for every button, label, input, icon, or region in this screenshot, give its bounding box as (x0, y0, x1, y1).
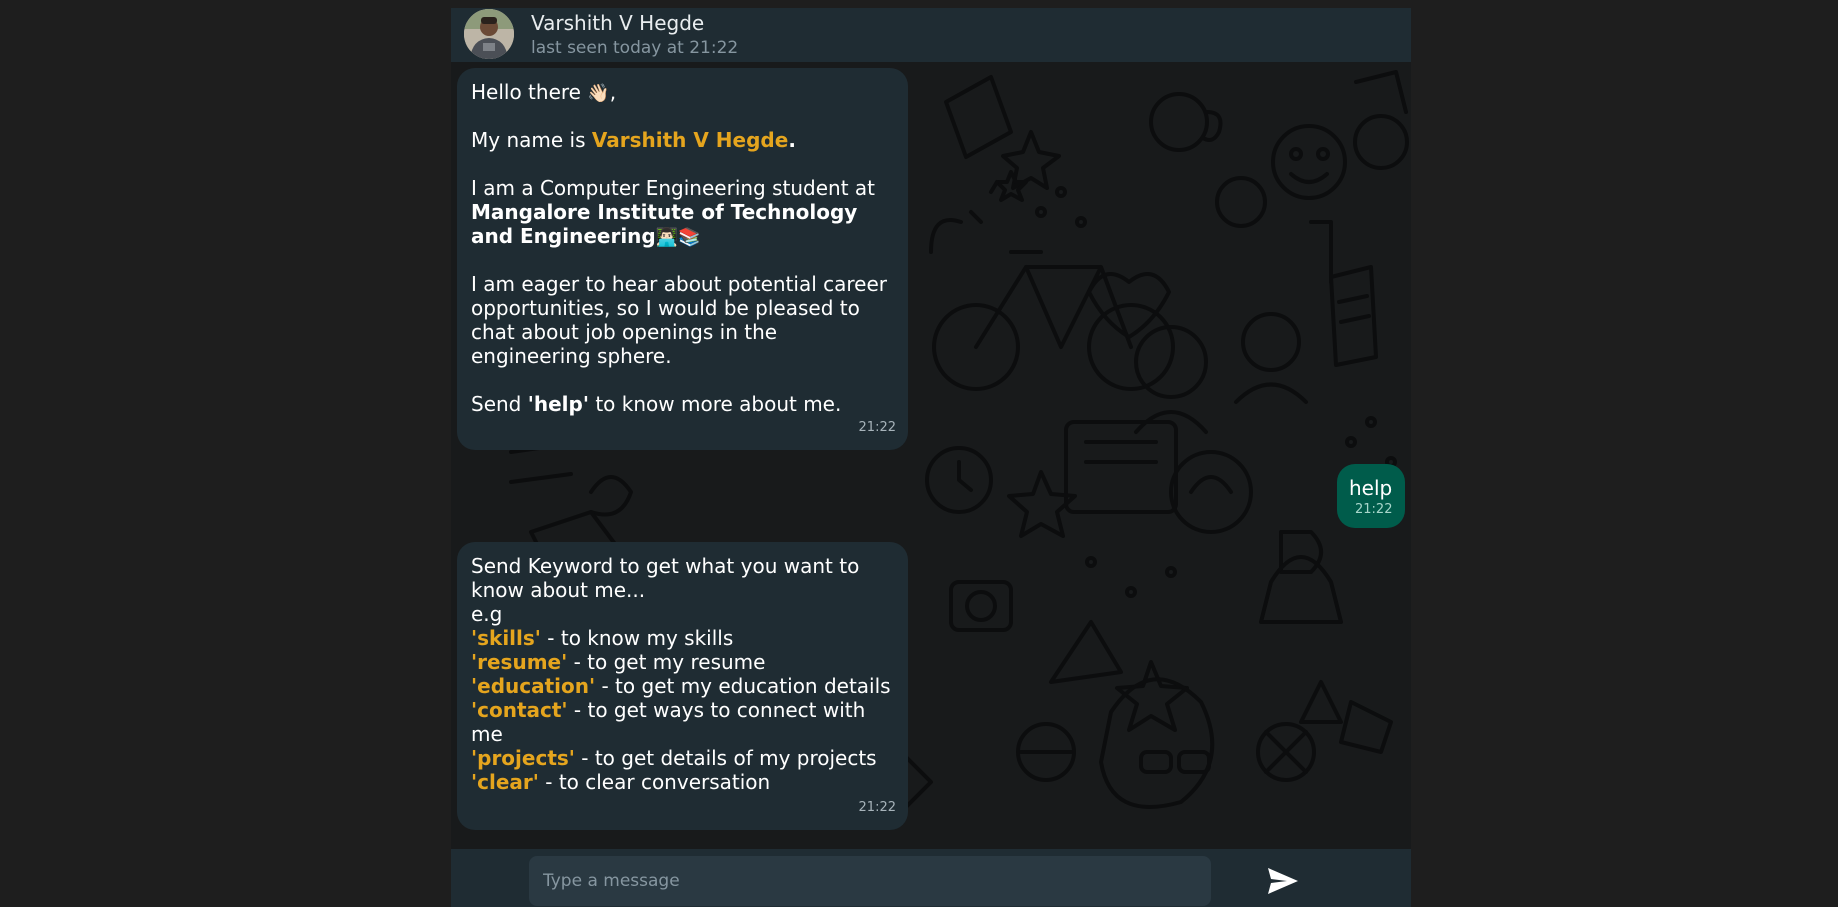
message-time: 21:22 (1355, 502, 1393, 517)
keyword-desc: - to get my resume (567, 650, 766, 674)
message-text: Send Keyword to get what you want to kno… (471, 554, 898, 794)
keyword-desc: - to get my education details (595, 674, 891, 698)
greeting-text: Hello there (471, 80, 581, 104)
send-suffix: to know more about me. (588, 392, 842, 416)
message-input[interactable] (529, 856, 1211, 906)
keyword-desc: me (471, 722, 503, 746)
chat-header: Varshith V Hegde last seen today at 21:2… (451, 8, 1411, 62)
message-time: 21:22 (858, 800, 896, 815)
keyword: 'projects' (471, 746, 575, 770)
incoming-message-intro[interactable]: Hello there 👋🏻, My name is Varshith V He… (457, 68, 908, 450)
career-line-4: engineering sphere. (471, 344, 672, 368)
help-intro-line-3: e.g (471, 602, 503, 626)
incoming-message-help[interactable]: Send Keyword to get what you want to kno… (457, 542, 908, 830)
keyword: 'contact' (471, 698, 568, 722)
technologist-books-icon: 👨🏻‍💻📚 (655, 227, 701, 248)
keyword-desc: - to clear conversation (538, 770, 771, 794)
career-line-2: opportunities, so I would be pleased to (471, 296, 860, 320)
send-prefix: Send (471, 392, 528, 416)
send-button[interactable] (1261, 859, 1305, 903)
message-time: 21:22 (858, 420, 896, 435)
help-keyword: 'help' (527, 392, 589, 416)
outgoing-message-help[interactable]: help 21:22 (1337, 464, 1405, 528)
contact-name: Varshith V Hegde (531, 11, 705, 35)
name-prefix: My name is (471, 128, 592, 152)
help-intro-line-2: know about me... (471, 578, 646, 602)
keyword: 'resume' (471, 650, 568, 674)
career-line-1: I am eager to hear about potential caree… (471, 272, 887, 296)
chat-window: Varshith V Hegde last seen today at 21:2… (451, 8, 1411, 907)
waving-hand-icon: 👋🏻 (587, 83, 610, 104)
highlighted-name: Varshith V Hegde (591, 128, 789, 152)
career-line-3: chat about job openings in the (471, 320, 778, 344)
message-text: Hello there 👋🏻, My name is Varshith V He… (471, 80, 898, 416)
keyword-desc: - to get details of my projects (574, 746, 877, 770)
keyword: 'education' (471, 674, 596, 698)
keyword-desc: - to get ways to connect with (567, 698, 866, 722)
greeting-comma: , (609, 80, 617, 104)
send-icon (1268, 868, 1298, 894)
college-line-2: and Engineering (471, 224, 656, 248)
last-seen-status: last seen today at 21:22 (531, 38, 739, 58)
message-composer (451, 849, 1411, 907)
help-intro-line-1: Send Keyword to get what you want to (471, 554, 860, 578)
student-line: I am a Computer Engineering student at (471, 176, 876, 200)
keyword: 'clear' (471, 770, 539, 794)
message-text: help (1349, 476, 1393, 500)
keyword: 'skills' (471, 626, 541, 650)
college-line-1: Mangalore Institute of Technology (471, 200, 858, 224)
keyword-desc: - to know my skills (540, 626, 734, 650)
name-suffix: . (788, 128, 796, 152)
avatar[interactable] (464, 9, 514, 59)
